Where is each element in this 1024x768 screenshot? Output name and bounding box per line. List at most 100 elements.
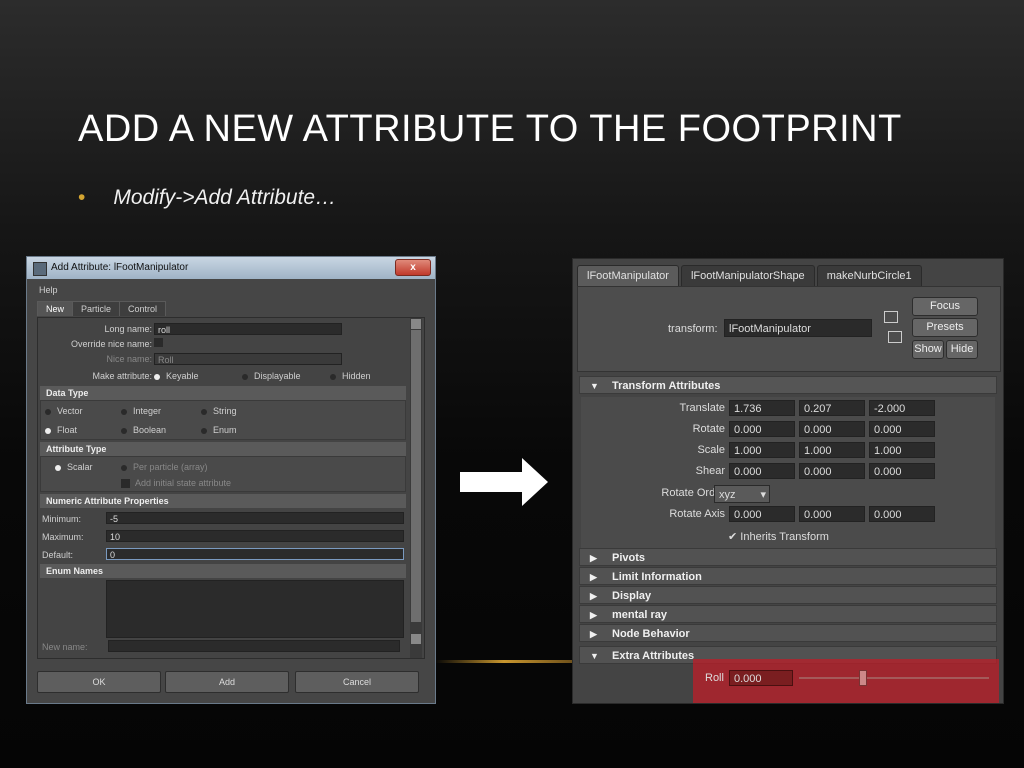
enum-names-header[interactable]: Enum Names [40, 564, 406, 578]
node-header: transform: lFootManipulator Focus Preset… [577, 286, 1001, 372]
translate-x-field[interactable]: 1.736 [729, 400, 795, 416]
roll-label: Roll [705, 672, 724, 684]
dialog-titlebar[interactable]: Add Attribute: lFootManipulator x [27, 257, 435, 279]
rotate-axis-y-field[interactable]: 0.000 [799, 506, 865, 522]
radio-boolean[interactable]: Boolean [121, 425, 166, 435]
collapse-triangle-icon: ▼ [590, 651, 599, 661]
add-button[interactable]: Add [165, 671, 289, 693]
section-display[interactable]: ▶ Display [579, 586, 997, 604]
scroll-up-arrow[interactable] [411, 319, 421, 329]
default-label: Default: [42, 550, 74, 560]
bullet-dot: • [78, 186, 86, 209]
minimum-field[interactable]: -5 [106, 512, 404, 524]
rotate-z-field[interactable]: 0.000 [869, 421, 935, 437]
radio-vector[interactable]: Vector [45, 406, 83, 416]
rotate-order-dropdown[interactable]: xyz ▾ [714, 485, 770, 503]
data-type-section: Vector Integer String Float Boolean Enum [40, 400, 406, 440]
tab-control[interactable]: Control [119, 301, 167, 316]
section-mental-ray[interactable]: ▶ mental ray [579, 605, 997, 623]
attribute-type-header[interactable]: Attribute Type [40, 442, 406, 456]
inherits-transform-checkbox[interactable]: ✔ Inherits Transform [728, 530, 829, 543]
menu-help[interactable]: Help [39, 285, 58, 295]
radio-keyable[interactable]: Keyable [154, 371, 199, 381]
radio-integer[interactable]: Integer [121, 406, 161, 416]
input-connection-icon[interactable] [884, 311, 898, 323]
override-nice-name-checkbox[interactable] [154, 338, 163, 347]
transform-attributes-header[interactable]: ▼ Transform Attributes [579, 376, 997, 394]
default-field[interactable]: 0 [106, 548, 404, 560]
new-name-field[interactable] [108, 640, 400, 652]
radio-scalar[interactable]: Scalar [55, 462, 93, 472]
section-node-behavior[interactable]: ▶ Node Behavior [579, 624, 997, 642]
shear-x-field[interactable]: 0.000 [729, 463, 795, 479]
expand-triangle-icon: ▶ [590, 629, 597, 639]
bullet-item: • Modify->Add Attribute… [78, 186, 336, 210]
tab-lfootmanipulator[interactable]: lFootManipulator [577, 265, 679, 286]
shear-z-field[interactable]: 0.000 [869, 463, 935, 479]
expand-triangle-icon: ▶ [590, 591, 597, 601]
checkmark-icon: ✔ [728, 531, 738, 543]
collapse-triangle-icon: ▼ [590, 381, 599, 391]
node-tabs: lFootManipulator lFootManipulatorShape mak… [577, 265, 924, 286]
radio-hidden[interactable]: Hidden [330, 371, 371, 381]
rotate-label: Rotate [692, 423, 725, 435]
tab-makenurbcircle1[interactable]: makeNurbCircle1 [816, 265, 922, 286]
initial-state-checkbox[interactable]: Add initial state attribute [121, 478, 231, 489]
rotate-axis-x-field[interactable]: 0.000 [729, 506, 795, 522]
maximum-label: Maximum: [42, 532, 84, 542]
slide-title: ADD A NEW ATTRIBUTE TO THE FOOTPRINT [78, 108, 902, 150]
radio-per-particle[interactable]: Per particle (array) [121, 462, 208, 472]
radio-enum[interactable]: Enum [201, 425, 237, 435]
new-tab-panel: Long name: roll Override nice name: Nice… [37, 317, 425, 659]
numeric-properties-header[interactable]: Numeric Attribute Properties [40, 494, 406, 508]
scroll-down-arrow[interactable] [411, 634, 421, 644]
show-button[interactable]: Show [912, 340, 944, 359]
maximum-field[interactable]: 10 [106, 530, 404, 542]
focus-button[interactable]: Focus [912, 297, 978, 316]
scroll-thumb[interactable] [411, 330, 421, 622]
scale-x-field[interactable]: 1.000 [729, 442, 795, 458]
scale-y-field[interactable]: 1.000 [799, 442, 865, 458]
radio-float[interactable]: Float [45, 425, 77, 435]
override-nice-name-label: Override nice name: [70, 339, 152, 349]
close-button[interactable]: x [395, 259, 431, 276]
nice-name-field[interactable]: Roll [154, 353, 342, 365]
data-type-header[interactable]: Data Type [40, 386, 406, 400]
tab-lfootmanipulatorshape[interactable]: lFootManipulatorShape [680, 265, 815, 286]
rotate-y-field[interactable]: 0.000 [799, 421, 865, 437]
tab-particle[interactable]: Particle [72, 301, 121, 316]
presets-button[interactable]: Presets [912, 318, 978, 337]
transform-name-field[interactable]: lFootManipulator [724, 319, 872, 337]
output-connection-icon[interactable] [888, 331, 902, 343]
translate-y-field[interactable]: 0.207 [799, 400, 865, 416]
expand-triangle-icon: ▶ [590, 610, 597, 620]
maya-window-icon [33, 262, 47, 276]
add-attribute-dialog: Add Attribute: lFootManipulator x Help N… [26, 256, 436, 704]
bullet-text: Modify->Add Attribute… [113, 186, 337, 209]
scale-z-field[interactable]: 1.000 [869, 442, 935, 458]
scale-label: Scale [697, 444, 725, 456]
expand-triangle-icon: ▶ [590, 553, 597, 563]
roll-slider-track[interactable] [799, 677, 989, 679]
shear-label: Shear [695, 465, 725, 477]
ok-button[interactable]: OK [37, 671, 161, 693]
roll-slider-handle[interactable] [859, 670, 867, 686]
translate-z-field[interactable]: -2.000 [869, 400, 935, 416]
roll-field[interactable]: 0.000 [729, 670, 793, 686]
radio-string[interactable]: String [201, 406, 237, 416]
accent-line [435, 660, 573, 663]
shear-y-field[interactable]: 0.000 [799, 463, 865, 479]
tab-new[interactable]: New [37, 301, 74, 316]
chevron-down-icon: ▾ [760, 489, 766, 501]
rotate-axis-z-field[interactable]: 0.000 [869, 506, 935, 522]
hide-button[interactable]: Hide [946, 340, 978, 359]
long-name-field[interactable]: roll [154, 323, 342, 335]
translate-label: Translate [679, 402, 725, 414]
section-limit-information[interactable]: ▶ Limit Information [579, 567, 997, 585]
radio-displayable[interactable]: Displayable [242, 371, 301, 381]
cancel-button[interactable]: Cancel [295, 671, 419, 693]
dialog-scrollbar[interactable] [410, 318, 422, 658]
rotate-x-field[interactable]: 0.000 [729, 421, 795, 437]
enum-names-list[interactable] [106, 580, 404, 638]
section-pivots[interactable]: ▶ Pivots [579, 548, 997, 566]
